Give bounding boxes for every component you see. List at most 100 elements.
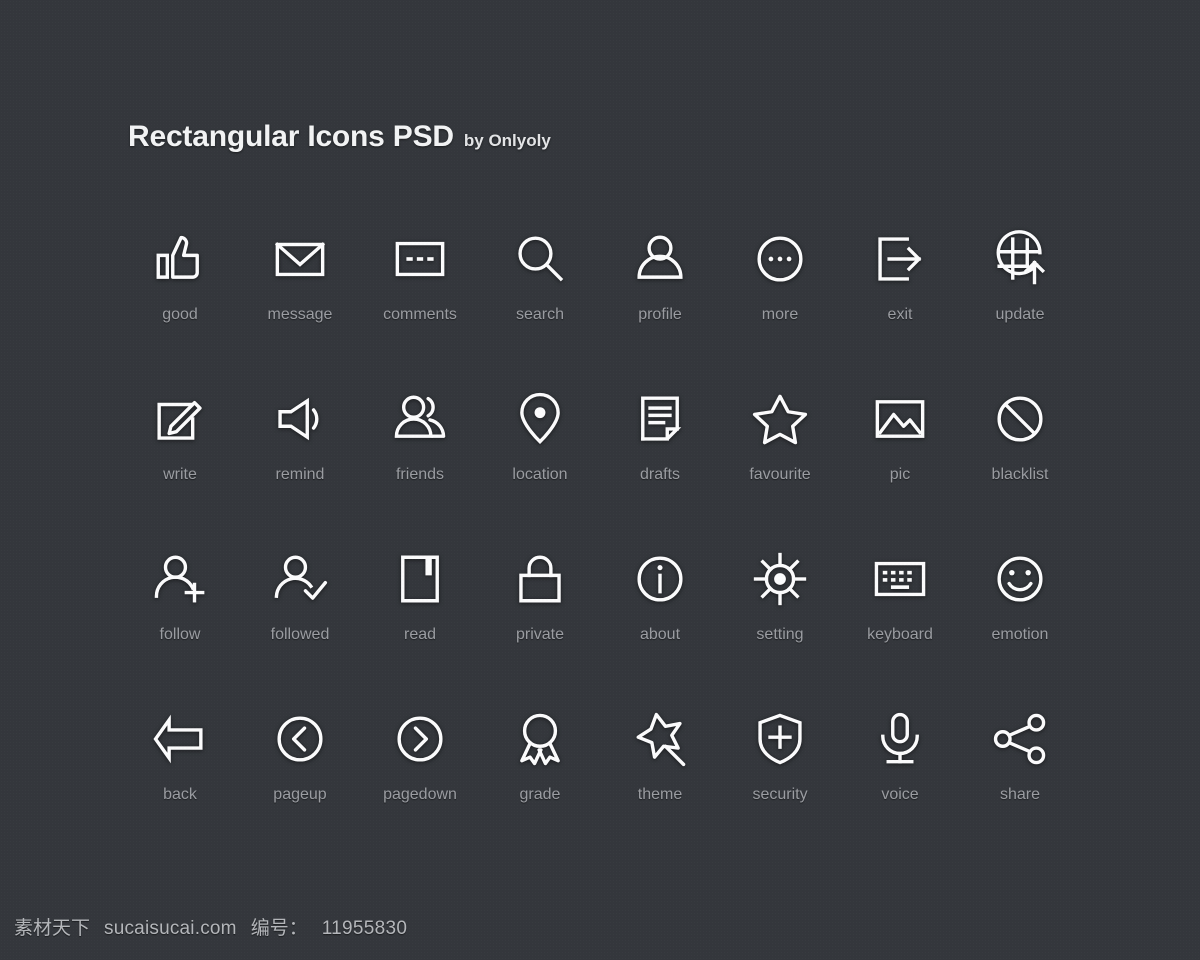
icon-cell-friends[interactable]: friends — [360, 388, 480, 548]
chevron-right-circle-icon[interactable] — [389, 708, 451, 770]
icon-cell-emotion[interactable]: emotion — [960, 548, 1080, 708]
icon-cell-more[interactable]: more — [720, 228, 840, 388]
icon-cell-pic[interactable]: pic — [840, 388, 960, 548]
icon-label: voice — [881, 786, 919, 803]
icon-cell-about[interactable]: about — [600, 548, 720, 708]
shield-plus-icon[interactable] — [749, 708, 811, 770]
icon-label: drafts — [639, 466, 680, 483]
icon-cell-drafts[interactable]: drafts — [600, 388, 720, 548]
star-icon[interactable] — [749, 388, 811, 450]
icon-label: pageup — [273, 786, 327, 803]
microphone-icon[interactable] — [869, 708, 931, 770]
icon-label: keyboard — [867, 626, 933, 643]
award-medal-icon[interactable] — [509, 708, 571, 770]
person-icon[interactable] — [629, 228, 691, 290]
icon-cell-location[interactable]: location — [480, 388, 600, 548]
icon-cell-good[interactable]: good — [120, 228, 240, 388]
footer-id-label: 编号： — [250, 918, 308, 939]
icon-cell-comments[interactable]: comments — [360, 228, 480, 388]
map-pin-icon[interactable] — [509, 388, 571, 450]
icon-label: good — [162, 306, 198, 323]
footer-watermark: 素材天下 sucaisucai.com 编号： 11955830 — [14, 913, 407, 940]
icon-cell-favourite[interactable]: favourite — [720, 388, 840, 548]
picture-icon[interactable] — [869, 388, 931, 450]
icon-cell-share[interactable]: share — [960, 708, 1080, 868]
person-check-icon[interactable] — [269, 548, 331, 610]
icon-label: blacklist — [991, 466, 1049, 483]
icon-cell-setting[interactable]: setting — [720, 548, 840, 708]
title-main: Rectangular Icons PSD — [128, 120, 454, 153]
pencil-square-icon[interactable] — [149, 388, 211, 450]
icon-cell-pagedown[interactable]: pagedown — [360, 708, 480, 868]
icon-label: private — [515, 626, 565, 643]
ellipsis-circle-icon[interactable] — [749, 228, 811, 290]
magnifier-icon[interactable] — [509, 228, 571, 290]
icon-label: theme — [637, 786, 683, 803]
icon-cell-follow[interactable]: follow — [120, 548, 240, 708]
icon-label: grade — [519, 786, 561, 803]
icon-cell-search[interactable]: search — [480, 228, 600, 388]
icon-cell-read[interactable]: read — [360, 548, 480, 708]
icon-label: security — [752, 786, 808, 803]
icon-cell-theme[interactable]: theme — [600, 708, 720, 868]
icon-label: write — [163, 466, 197, 483]
icon-label: share — [999, 786, 1041, 803]
icon-cell-voice[interactable]: voice — [840, 708, 960, 868]
icon-cell-back[interactable]: back — [120, 708, 240, 868]
magic-wand-star-icon[interactable] — [629, 708, 691, 770]
poster-canvas: Rectangular Icons PSD by Onlyoly good mes… — [0, 0, 1200, 960]
icon-label: follow — [159, 626, 201, 643]
page-title: Rectangular Icons PSD by Onlyoly — [128, 120, 551, 154]
footer-site: sucaisucai.com — [104, 918, 237, 939]
icon-cell-followed[interactable]: followed — [240, 548, 360, 708]
icon-cell-pageup[interactable]: pageup — [240, 708, 360, 868]
icon-label: update — [995, 306, 1045, 323]
icon-cell-keyboard[interactable]: keyboard — [840, 548, 960, 708]
gear-icon[interactable] — [749, 548, 811, 610]
icon-label: search — [515, 306, 565, 323]
icon-cell-write[interactable]: write — [120, 388, 240, 548]
info-circle-icon[interactable] — [629, 548, 691, 610]
icon-label: followed — [270, 626, 330, 643]
icon-label: exit — [887, 306, 913, 323]
keyboard-icon[interactable] — [869, 548, 931, 610]
icon-cell-profile[interactable]: profile — [600, 228, 720, 388]
prohibition-icon[interactable] — [989, 388, 1051, 450]
icon-cell-blacklist[interactable]: blacklist — [960, 388, 1080, 548]
icon-cell-exit[interactable]: exit — [840, 228, 960, 388]
globe-up-arrow-icon[interactable] — [989, 228, 1051, 290]
arrow-left-icon[interactable] — [149, 708, 211, 770]
envelope-icon[interactable] — [269, 228, 331, 290]
icon-label: back — [163, 786, 197, 803]
icon-label: profile — [638, 306, 682, 323]
person-plus-icon[interactable] — [149, 548, 211, 610]
chevron-left-circle-icon[interactable] — [269, 708, 331, 770]
comment-box-icon[interactable] — [389, 228, 451, 290]
two-people-icon[interactable] — [389, 388, 451, 450]
icon-cell-remind[interactable]: remind — [240, 388, 360, 548]
icon-label: emotion — [991, 626, 1049, 643]
icon-label: more — [761, 306, 799, 323]
speaker-icon[interactable] — [269, 388, 331, 450]
icon-label: remind — [275, 466, 325, 483]
icon-cell-update[interactable]: update — [960, 228, 1080, 388]
exit-arrow-icon[interactable] — [869, 228, 931, 290]
share-nodes-icon[interactable] — [989, 708, 1051, 770]
icon-label: friends — [395, 466, 445, 483]
document-icon[interactable] — [629, 388, 691, 450]
icon-label: location — [512, 466, 568, 483]
title-byline: by Onlyoly — [463, 131, 551, 150]
icon-label: about — [639, 626, 681, 643]
padlock-icon[interactable] — [509, 548, 571, 610]
icon-label: setting — [756, 626, 804, 643]
icon-label: read — [403, 626, 437, 643]
icon-cell-grade[interactable]: grade — [480, 708, 600, 868]
smiley-icon[interactable] — [989, 548, 1051, 610]
icon-cell-message[interactable]: message — [240, 228, 360, 388]
icon-label: comments — [383, 306, 457, 323]
footer-id-value: 11955830 — [321, 918, 408, 939]
book-page-icon[interactable] — [389, 548, 451, 610]
icon-cell-private[interactable]: private — [480, 548, 600, 708]
icon-cell-security[interactable]: security — [720, 708, 840, 868]
thumbs-up-icon[interactable] — [149, 228, 211, 290]
